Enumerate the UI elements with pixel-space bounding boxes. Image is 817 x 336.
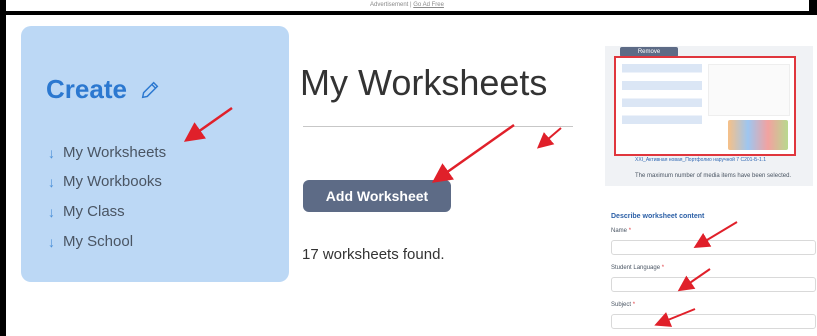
thumbnail-text-block	[622, 64, 702, 150]
sidebar-item-my-worksheets[interactable]: ↓ My Worksheets	[48, 144, 166, 161]
thumbnail-caption[interactable]: XXI_Активная новая_Портфолио наручной 7 …	[635, 157, 766, 163]
create-title: Create	[46, 74, 161, 105]
advertisement-text: Advertisement |	[370, 2, 412, 8]
go-ad-free-link[interactable]: Go Ad Free	[413, 2, 444, 8]
student-language-label-text: Student Language	[611, 265, 661, 271]
arrow-down-icon: ↓	[48, 203, 55, 220]
required-mark: *	[632, 302, 636, 308]
sidebar-item-my-workbooks[interactable]: ↓ My Workbooks	[48, 173, 162, 190]
title-divider	[303, 126, 573, 127]
subject-label: Subject *	[611, 302, 635, 308]
sidebar-item-label: My Workbooks	[63, 173, 162, 190]
subject-field[interactable]	[611, 314, 816, 329]
name-label-text: Name	[611, 228, 628, 234]
required-mark: *	[661, 265, 665, 271]
worksheet-thumbnail[interactable]	[614, 56, 796, 156]
arrow-down-icon: ↓	[48, 173, 55, 190]
worksheet-count-text: 17 worksheets found.	[302, 246, 445, 263]
student-language-field[interactable]	[611, 277, 816, 292]
name-field[interactable]	[611, 240, 816, 255]
page-title: My Worksheets	[300, 62, 548, 103]
subject-label-text: Subject	[611, 302, 632, 308]
name-label: Name *	[611, 228, 631, 234]
thumbnail-illustration	[728, 120, 788, 150]
form-heading: Describe worksheet content	[611, 213, 705, 220]
sidebar-item-label: My School	[63, 233, 134, 250]
arrow-down-icon: ↓	[48, 144, 55, 161]
create-title-text: Create	[46, 74, 127, 104]
required-mark: *	[628, 228, 632, 234]
max-media-message: The maximum number of media items have b…	[635, 173, 792, 179]
pencil-icon[interactable]	[139, 79, 161, 101]
sidebar-item-label: My Class	[63, 203, 125, 220]
thumbnail-side-block	[708, 64, 790, 116]
advertisement-line: Advertisement | Go Ad Free	[370, 2, 444, 8]
sidebar-item-my-class[interactable]: ↓ My Class	[48, 203, 125, 220]
sidebar-item-my-school[interactable]: ↓ My School	[48, 233, 133, 250]
arrow-down-icon: ↓	[48, 233, 55, 250]
add-worksheet-button[interactable]: Add Worksheet	[303, 180, 451, 212]
student-language-label: Student Language *	[611, 265, 664, 271]
screenshot-frame: Advertisement | Go Ad Free Create ↓ My W…	[0, 0, 817, 336]
sidebar-item-label: My Worksheets	[63, 144, 167, 161]
